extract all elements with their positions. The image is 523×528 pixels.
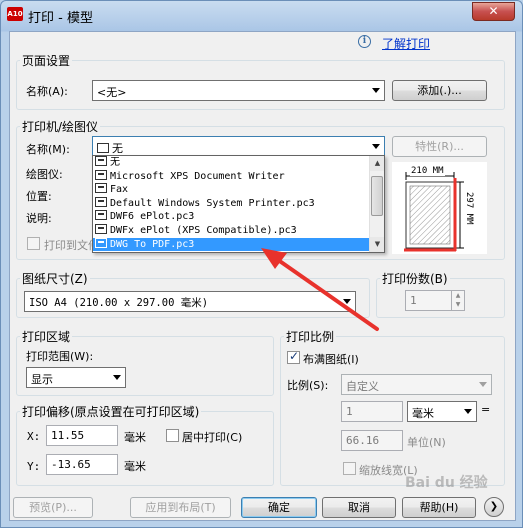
plot-offset-label: 打印偏移(原点设置在可打印区域)	[20, 403, 202, 420]
ok-button[interactable]: 确定	[241, 497, 317, 518]
watermark: Bai du 经验	[405, 475, 488, 491]
scale-value2-input[interactable]: 66.16	[341, 430, 403, 451]
print-to-file-checkbox[interactable]	[27, 237, 40, 250]
printer-group-label: 打印机/绘图仪	[20, 118, 101, 135]
printer-option[interactable]: Default Windows System Printer.pc3	[93, 196, 384, 211]
dropdown-scrollbar[interactable]: ▲ ▼	[369, 156, 384, 252]
printer-dropdown-list[interactable]: 无 Microsoft XPS Document Writer Fax Default…	[92, 155, 385, 253]
units-label: 单位(N)	[407, 436, 446, 449]
autocad-app-icon: A10	[7, 7, 23, 21]
plotter-label: 绘图仪:	[26, 168, 63, 181]
fit-to-paper-checkbox[interactable]	[287, 349, 300, 364]
fit-to-paper-label: 布满图纸(I)	[303, 353, 359, 366]
window-title: 打印 - 模型	[28, 11, 93, 26]
printer-icon	[95, 183, 107, 194]
copies-spinner[interactable]: ▲ ▼	[451, 290, 465, 311]
paper-size-label: 图纸尺寸(Z)	[20, 270, 90, 287]
center-plot-label: 居中打印(C)	[182, 431, 243, 444]
help-button[interactable]: 帮助(H)	[402, 497, 476, 518]
chevron-down-icon	[464, 409, 472, 414]
equals-sign: =	[481, 403, 491, 416]
annotation-arrow-icon	[261, 248, 379, 331]
spin-down-icon[interactable]: ▼	[452, 300, 464, 309]
printer-icon	[97, 143, 109, 153]
chevron-down-icon	[372, 144, 380, 149]
copies-label: 打印份数(B)	[380, 270, 450, 287]
printer-option-label: DWFx ePlot (XPS Compatible).pc3	[110, 224, 297, 236]
printer-icon	[95, 156, 107, 166]
scroll-thumb[interactable]	[371, 176, 383, 216]
printer-option-label: DWF6 ePlot.pc3	[110, 211, 195, 223]
printer-icon	[95, 223, 107, 234]
printer-icon	[95, 196, 107, 207]
paper-size-value: ISO A4 (210.00 x 297.00 毫米)	[29, 297, 209, 309]
printer-option-label: DWG To PDF.pc3	[110, 238, 195, 250]
printer-icon	[95, 210, 107, 221]
printer-option[interactable]: Fax	[93, 183, 384, 197]
printer-option-label: Default Windows System Printer.pc3	[110, 197, 315, 209]
page-setup-name-combo[interactable]: <无>	[92, 80, 385, 101]
chevron-down-icon	[372, 88, 380, 93]
printer-properties-button[interactable]: 特性(R)...	[392, 136, 487, 157]
info-icon[interactable]: i	[358, 35, 371, 48]
close-button[interactable]: ✕	[472, 2, 515, 21]
cancel-button[interactable]: 取消	[322, 497, 396, 518]
offset-y-input[interactable]: -13.65	[46, 454, 118, 475]
printer-option-label: Microsoft XPS Document Writer	[110, 170, 285, 182]
offset-y-label: Y:	[27, 460, 41, 473]
plot-range-combo[interactable]: 显示	[26, 367, 126, 388]
paper-width-label: 210 MM	[410, 166, 445, 176]
paper-preview: 210 MM 297 MM	[392, 162, 487, 254]
learn-printing-link[interactable]: 了解打印	[382, 35, 430, 52]
preview-button[interactable]: 预览(P)...	[13, 497, 93, 518]
plot-range-value: 显示	[31, 373, 53, 386]
add-page-setup-button[interactable]: 添加(.)...	[392, 80, 487, 101]
printer-option[interactable]: DWF6 ePlot.pc3	[93, 210, 384, 224]
printer-icon	[95, 169, 107, 180]
offset-y-unit: 毫米	[124, 460, 146, 473]
printer-icon	[95, 237, 107, 248]
printer-option-label: 无	[110, 157, 120, 168]
paper-height-label: 297 MM	[464, 192, 474, 225]
page-setup-name-label: 名称(A):	[26, 85, 68, 98]
spin-up-icon[interactable]: ▲	[452, 291, 464, 300]
scale-lineweights-checkbox[interactable]	[343, 462, 356, 475]
apply-to-layout-button[interactable]: 应用到布局(T)	[130, 497, 231, 518]
printer-name-value: 无	[112, 142, 123, 155]
scale-unit-value: 毫米	[412, 407, 434, 420]
scale-combo[interactable]: 自定义	[341, 374, 492, 395]
page-setup-name-value: <无>	[97, 86, 127, 99]
offset-x-input[interactable]: 11.55	[46, 425, 118, 446]
scroll-up-icon[interactable]: ▲	[370, 156, 384, 171]
scale-value1-input[interactable]: 1	[341, 401, 403, 422]
description-label: 说明:	[26, 212, 52, 225]
printer-option[interactable]: Microsoft XPS Document Writer	[93, 169, 384, 184]
printer-option[interactable]: 无	[93, 156, 384, 170]
center-plot-checkbox[interactable]	[166, 429, 179, 442]
expand-options-button[interactable]: ❯	[484, 497, 504, 517]
offset-x-unit: 毫米	[124, 431, 146, 444]
printer-option[interactable]: DWFx ePlot (XPS Compatible).pc3	[93, 223, 384, 238]
chevron-down-icon	[479, 382, 487, 387]
printer-option-label: Fax	[110, 184, 129, 196]
plot-area-label: 打印区域	[20, 328, 73, 345]
plot-range-label: 打印范围(W):	[26, 350, 94, 363]
printer-name-combo[interactable]: 无	[92, 136, 385, 157]
location-label: 位置:	[26, 190, 52, 203]
page-setup-label: 页面设置	[20, 52, 73, 69]
chevron-down-icon	[113, 375, 121, 380]
printer-dropdown-items: 无 Microsoft XPS Document Writer Fax Default…	[93, 156, 384, 252]
offset-x-label: X:	[27, 430, 41, 443]
scale-value: 自定义	[346, 380, 379, 393]
print-to-file-label: 打印到文件	[44, 239, 99, 252]
printer-name-label: 名称(M):	[26, 143, 70, 156]
copies-input[interactable]: 1	[405, 290, 452, 311]
scale-unit-combo[interactable]: 毫米	[407, 401, 477, 422]
scale-label: 比例(S):	[287, 379, 329, 392]
